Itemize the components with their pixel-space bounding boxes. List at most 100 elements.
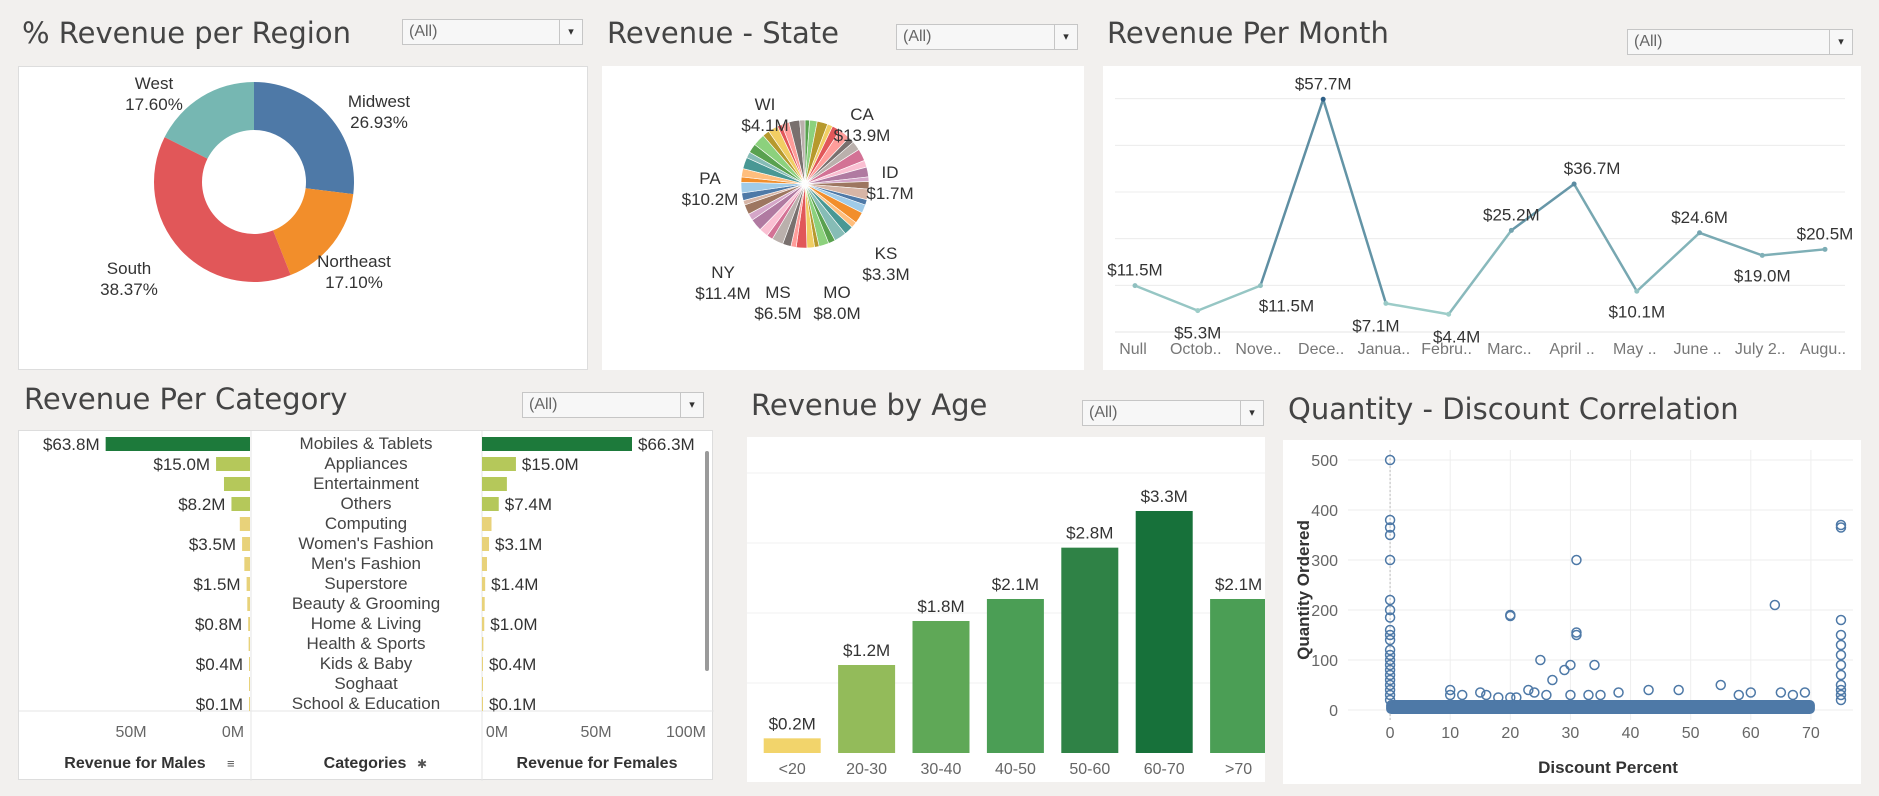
scatter-point (1733, 689, 1745, 701)
female-bar (482, 537, 490, 551)
female-tick: 50M (580, 724, 611, 741)
category-label: Entertainment (313, 474, 419, 493)
month-value-label: $25.2M (1483, 205, 1540, 224)
female-bar (482, 637, 484, 651)
state-label: MS (765, 283, 791, 302)
month-point (1634, 288, 1640, 294)
month-line-chart: $11.5M Null $5.3MOctob.. $11.5M Nove.. $57.7M… (1107, 74, 1854, 358)
male-bar (239, 517, 250, 531)
male-bar (105, 437, 251, 451)
x-tick-label: 0 (1386, 725, 1395, 742)
slice-label: Midwest (348, 92, 411, 111)
month-line-segment (1698, 231, 1764, 257)
month-tick-label: Augu.. (1800, 341, 1846, 358)
month-line-segment (1761, 248, 1827, 257)
age-tick-label: 50-60 (1069, 761, 1110, 778)
state-pie-chart: WI $4.1M CA $13.9M ID $1.7M PA $10.2M KS $3.3M NY $… (682, 95, 914, 323)
month-point (1383, 300, 1389, 306)
month-tick-label: July 2.. (1735, 341, 1786, 358)
state-filter[interactable]: (All) ▾ (896, 24, 1078, 50)
scatter-point (1456, 689, 1468, 701)
female-value-label: $3.1M (495, 535, 542, 554)
month-value-label: $20.5M (1797, 224, 1854, 243)
category-label: Health & Sports (306, 634, 425, 653)
x-axis-title: Discount Percent (1538, 758, 1678, 777)
male-bar (248, 637, 250, 651)
month-filter-value: (All) (1634, 33, 1663, 50)
age-bar (986, 598, 1044, 753)
male-bar (231, 497, 250, 511)
scatter-point (1835, 614, 1847, 626)
male-tick: 0M (222, 724, 244, 741)
age-value-label: $0.2M (769, 714, 816, 733)
category-title: Revenue Per Category (24, 382, 348, 416)
pin-icon: ✱ (417, 757, 427, 771)
male-value-label: $8.2M (178, 495, 225, 514)
categories-axis-title: Categories (324, 755, 407, 772)
age-bar (1061, 547, 1119, 753)
scatter-point (1589, 659, 1600, 671)
category-label: Computing (325, 514, 407, 533)
age-chart-card: $0.2M <20 $1.2M 20-30 $1.8M 30-40 $2.1M 40-50 $2… (747, 437, 1268, 782)
y-tick-label: 0 (1329, 703, 1338, 720)
x-tick-label: 60 (1742, 725, 1760, 742)
slice-value: 38.37% (100, 280, 158, 299)
x-tick-label: 20 (1501, 725, 1519, 742)
male-tick: 50M (115, 724, 146, 741)
category-filter[interactable]: (All) ▾ (522, 392, 704, 418)
male-bar (248, 617, 250, 631)
state-value: $6.5M (754, 304, 801, 323)
age-tick-label: 30-40 (921, 761, 962, 778)
male-bar (223, 477, 250, 491)
category-label: Others (340, 494, 391, 513)
chevron-down-icon: ▾ (1240, 401, 1263, 425)
region-filter[interactable]: (All) ▾ (402, 19, 583, 45)
age-bar (1210, 598, 1268, 753)
age-filter-value: (All) (1089, 404, 1118, 421)
month-line-segment (1321, 98, 1388, 305)
x-tick-label: 30 (1562, 725, 1580, 742)
male-value-label: $0.4M (196, 655, 243, 674)
donut-slice-south (154, 137, 291, 282)
month-point (1320, 96, 1326, 102)
male-bar (244, 557, 250, 571)
female-bar (482, 497, 499, 511)
age-tick-label: 20-30 (846, 761, 887, 778)
female-value-label: $7.4M (505, 495, 552, 514)
donut-slice-midwest (254, 82, 354, 195)
age-tick-label: >70 (1225, 761, 1252, 778)
category-chart-card: Mobiles & Tablets $63.8M $66.3M Appliances $… (18, 430, 714, 781)
category-label: Kids & Baby (320, 654, 413, 673)
category-bar-chart: Mobiles & Tablets $63.8M $66.3M Appliances $… (19, 431, 714, 781)
scatter-point (1835, 639, 1847, 651)
age-filter[interactable]: (All) ▾ (1082, 400, 1264, 426)
male-bar (246, 577, 250, 591)
month-filter[interactable]: (All) ▾ (1627, 29, 1853, 55)
male-axis-title: Revenue for Males (64, 755, 205, 772)
state-chart-card: WI $4.1M CA $13.9M ID $1.7M PA $10.2M KS $3.3M NY $… (602, 66, 1084, 370)
female-tick: 0M (486, 724, 508, 741)
chevron-down-icon: ▾ (559, 20, 582, 44)
scatter-point (1835, 629, 1847, 641)
female-bar (482, 597, 485, 611)
scatter-point (1715, 679, 1726, 691)
age-value-label: $2.8M (1066, 524, 1113, 543)
month-tick-label: Octob.. (1170, 341, 1222, 358)
state-label: PA (699, 169, 721, 188)
male-bar (242, 537, 250, 551)
slice-label: Northeast (317, 252, 391, 271)
age-bar (763, 738, 821, 753)
female-value-label: $66.3M (638, 435, 695, 454)
scatter-point (1673, 684, 1684, 696)
category-label: Appliances (324, 454, 407, 473)
age-value-label: $1.8M (917, 597, 964, 616)
y-tick-label: 300 (1311, 553, 1338, 570)
age-value-label: $1.2M (843, 641, 890, 660)
month-value-label: $10.1M (1608, 302, 1665, 321)
age-value-label: $2.1M (992, 575, 1039, 594)
female-bar (482, 677, 483, 691)
month-line-segment (1384, 302, 1450, 316)
x-tick-label: 70 (1802, 725, 1820, 742)
month-value-label: $24.6M (1671, 208, 1728, 227)
month-tick-label: Null (1119, 341, 1147, 358)
